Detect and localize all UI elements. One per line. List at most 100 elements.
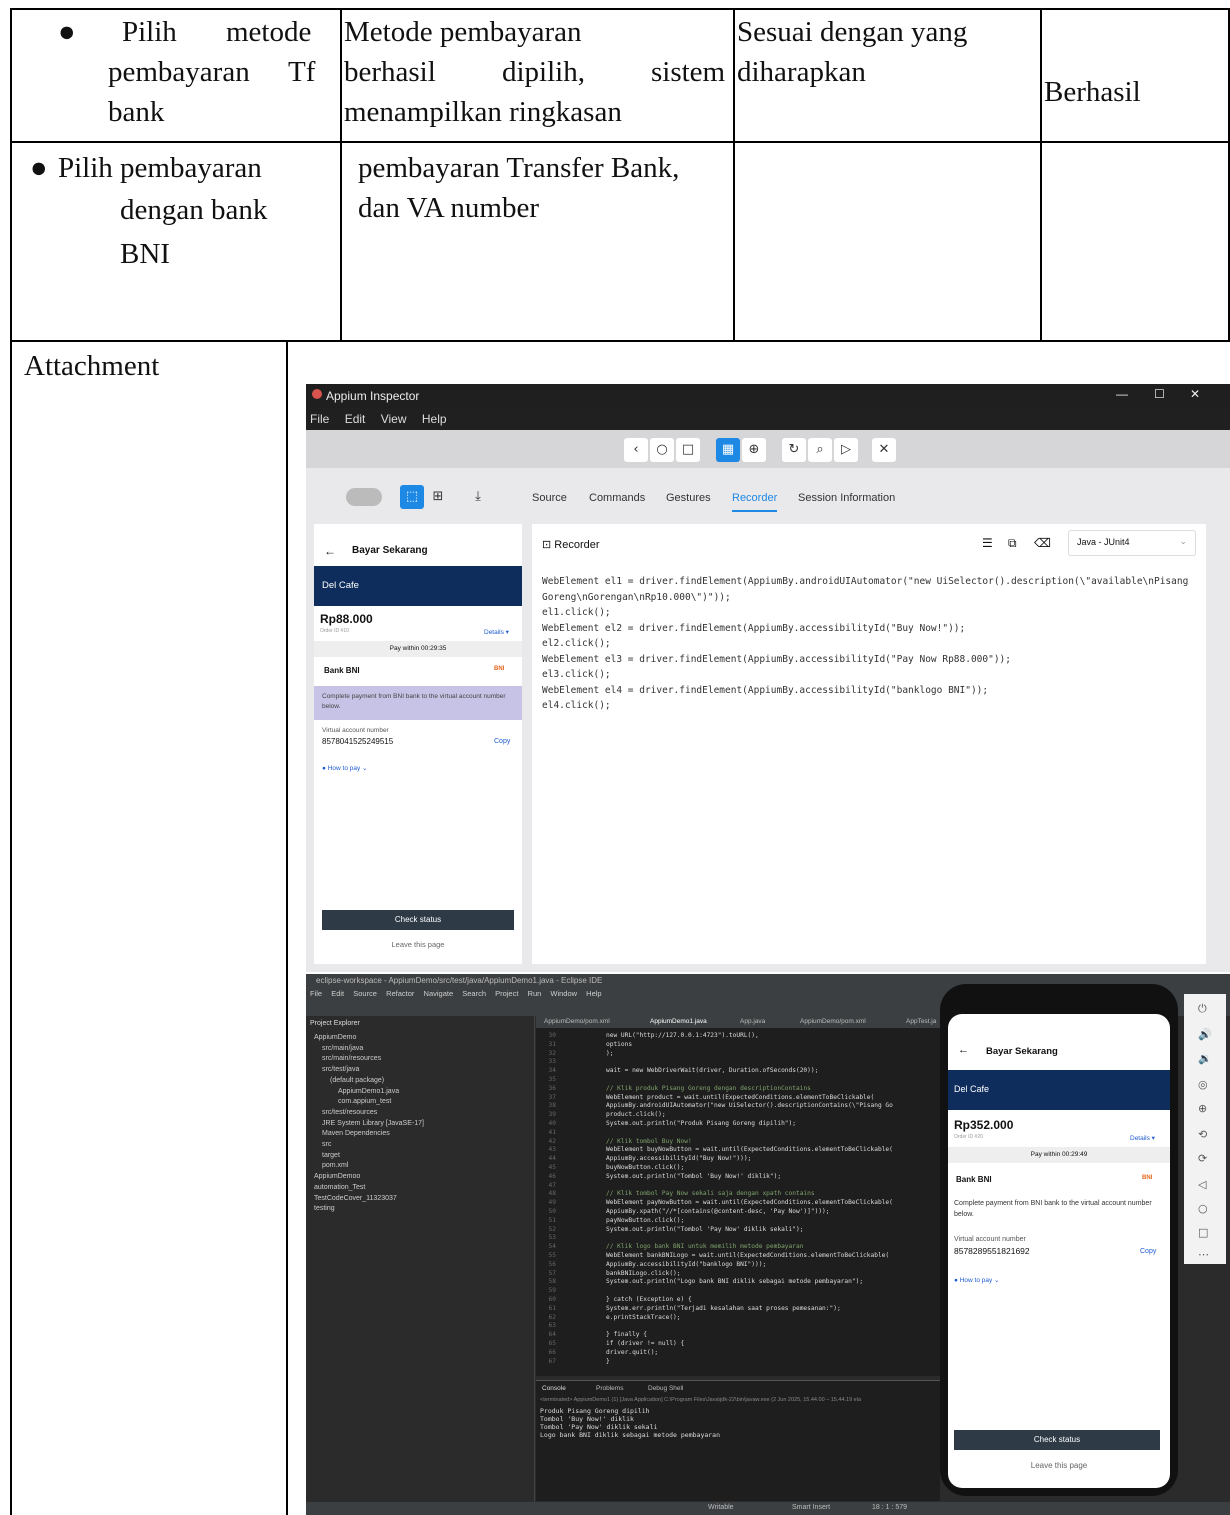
tab-commands[interactable]: Commands — [589, 492, 645, 504]
volume-down-icon[interactable]: 🔉 — [1198, 1052, 1212, 1065]
line-number: 57 — [548, 1269, 556, 1277]
minimize-icon[interactable]: — — [1116, 387, 1128, 401]
tree-item[interactable]: src/test/resources — [322, 1109, 377, 1116]
refresh-icon[interactable]: ↻ — [782, 438, 806, 462]
toggle-switch[interactable] — [346, 488, 382, 506]
problems-tab[interactable]: Problems — [596, 1385, 623, 1392]
tree-item[interactable]: AppiumDemo — [314, 1034, 356, 1041]
ide-menu-item[interactable]: Run — [528, 989, 542, 998]
console-tab[interactable]: Console — [542, 1385, 566, 1392]
menu-help[interactable]: Help — [422, 412, 447, 426]
app-switch-icon[interactable]: □ — [676, 438, 700, 462]
debug-shell-tab[interactable]: Debug Shell — [648, 1385, 683, 1392]
power-icon[interactable]: ⏻ — [1198, 1002, 1207, 1016]
tree-item[interactable]: src/main/resources — [322, 1055, 381, 1062]
ide-menu-item[interactable]: Edit — [331, 989, 344, 998]
tree-item[interactable]: src/main/java — [322, 1045, 363, 1052]
explorer-title: Project Explorer — [310, 1020, 360, 1027]
quit-session-icon[interactable]: ✕ — [872, 438, 896, 462]
how-to-pay-label: How to pay ⌄ — [959, 1277, 1000, 1284]
clear-actions-icon[interactable]: ⌫ — [1034, 536, 1051, 550]
ide-menu-item[interactable]: Navigate — [424, 989, 454, 998]
check-status-label: Check status — [394, 915, 442, 924]
leave-page-link[interactable]: Leave this page — [314, 940, 522, 949]
code-line: payNowButton.click(); — [606, 1216, 685, 1224]
tree-item[interactable]: src/test/java — [322, 1066, 359, 1073]
editor-tab-active[interactable]: AppiumDemo1.java — [650, 1018, 707, 1025]
zoom-icon[interactable]: ⊕ — [1198, 1102, 1207, 1115]
language-select[interactable]: Java - JUnit4 ⌄ — [1068, 530, 1196, 556]
tree-item[interactable]: Maven Dependencies — [322, 1130, 390, 1137]
editor-tab[interactable]: AppTest.ja — [906, 1018, 936, 1025]
overview-icon[interactable]: □ — [1198, 1226, 1208, 1239]
editor-tab[interactable]: App.java — [740, 1018, 765, 1025]
tree-item[interactable]: AppiumDemo1.java — [338, 1088, 399, 1095]
record-icon[interactable]: ▷ — [834, 438, 858, 462]
menu-view[interactable]: View — [381, 412, 407, 426]
native-mode-icon[interactable]: ▦ — [716, 438, 740, 462]
code-line: System.out.println("Produk Pisang Goreng… — [606, 1120, 796, 1127]
rotate-right-icon[interactable]: ⟳ — [1198, 1152, 1207, 1165]
volume-up-icon[interactable]: 🔊 — [1198, 1028, 1212, 1041]
tree-item[interactable]: target — [322, 1152, 340, 1159]
menu-file[interactable]: File — [310, 412, 329, 426]
web-mode-icon[interactable]: ⊕ — [742, 438, 766, 462]
console-header: <terminated> AppiumDemo1 (1) [Java Appli… — [540, 1397, 862, 1403]
back-arrow-icon[interactable]: ← — [324, 544, 336, 558]
tab-source[interactable]: Source — [532, 492, 567, 504]
details-link[interactable]: Details ▾ — [484, 628, 509, 636]
show-boilerplate-icon[interactable]: ☰ — [982, 536, 993, 550]
rotate-left-icon[interactable]: ⟲ — [1198, 1128, 1207, 1141]
amount: Rp352.000 — [954, 1118, 1014, 1132]
copy-code-icon[interactable]: ⧉ — [1008, 536, 1017, 551]
check-status-button[interactable]: Check status — [322, 910, 514, 930]
close-icon[interactable]: ✕ — [1190, 387, 1200, 401]
maximize-icon[interactable]: ☐ — [1154, 387, 1165, 401]
screenshot-icon[interactable]: ◎ — [1198, 1078, 1208, 1091]
download-icon[interactable]: ⤓ — [466, 485, 490, 509]
tree-item[interactable]: com.appium_test — [338, 1098, 391, 1105]
ide-menu-item[interactable]: File — [310, 989, 322, 998]
check-status-button[interactable]: Check status — [954, 1430, 1160, 1450]
menu-edit[interactable]: Edit — [345, 412, 366, 426]
line-number: 54 — [548, 1243, 556, 1251]
table-border-top — [10, 8, 1230, 10]
editor-tab[interactable]: AppiumDemo/pom.xml — [544, 1018, 610, 1025]
cell-line: menampilkan ringkasan — [344, 96, 622, 128]
tab-recorder[interactable]: Recorder — [732, 492, 778, 512]
tab-session-information[interactable]: Session Information — [798, 492, 895, 504]
home-icon[interactable]: ○ — [650, 438, 674, 462]
how-to-pay-link[interactable]: ● How to pay ⌄ — [322, 764, 368, 772]
ide-menu-item[interactable]: Refactor — [386, 989, 414, 998]
back-icon[interactable]: ◁ — [1198, 1178, 1206, 1191]
ide-menu-item[interactable]: Source — [353, 989, 377, 998]
leave-page-link[interactable]: Leave this page — [948, 1461, 1170, 1470]
tree-item[interactable]: testing — [314, 1205, 335, 1212]
tree-item[interactable]: (default package) — [330, 1077, 384, 1084]
ide-menu-item[interactable]: Help — [586, 989, 601, 998]
details-link[interactable]: Details ▾ — [1130, 1134, 1155, 1142]
console-panel: Console Problems Debug Shell <terminated… — [536, 1380, 940, 1501]
copy-button[interactable]: Copy — [494, 738, 510, 745]
how-to-pay-link[interactable]: ● How to pay ⌄ — [954, 1276, 1000, 1284]
tap-coordinates-icon[interactable]: ⊞ — [426, 485, 450, 509]
editor-tab[interactable]: AppiumDemo/pom.xml — [800, 1018, 866, 1025]
select-element-icon[interactable]: ⬚ — [400, 485, 424, 509]
line-number: 60 — [548, 1296, 556, 1303]
ide-menu-item[interactable]: Project — [495, 989, 518, 998]
ide-menu-item[interactable]: Window — [550, 989, 577, 998]
tree-item[interactable]: src — [322, 1141, 331, 1148]
tree-item[interactable]: pom.xml — [322, 1162, 348, 1169]
more-icon[interactable]: ⋯ — [1198, 1248, 1209, 1261]
tree-item[interactable]: JRE System Library [JavaSE-17] — [322, 1120, 424, 1127]
back-icon[interactable]: ‹ — [624, 438, 648, 462]
tab-gestures[interactable]: Gestures — [666, 492, 711, 504]
search-icon[interactable]: ⌕ — [808, 438, 832, 462]
ide-menu-item[interactable]: Search — [462, 989, 486, 998]
back-arrow-icon[interactable]: ← — [958, 1044, 969, 1056]
tree-item[interactable]: automation_Test — [314, 1184, 365, 1191]
home-icon[interactable]: ○ — [1198, 1202, 1208, 1215]
copy-button[interactable]: Copy — [1140, 1248, 1156, 1255]
tree-item[interactable]: TestCodeCover_11323037 — [314, 1195, 397, 1202]
tree-item[interactable]: AppiumDemoo — [314, 1173, 360, 1180]
